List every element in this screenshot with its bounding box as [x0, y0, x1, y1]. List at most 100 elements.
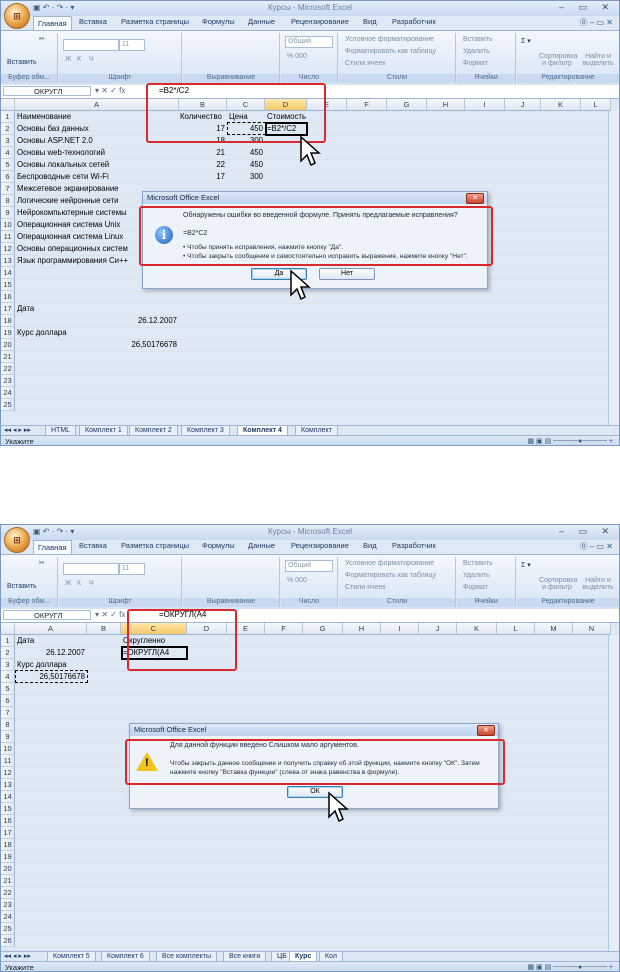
cell-styles-button[interactable]: Стили ячеек [345, 60, 385, 67]
row-header[interactable]: 14 [1, 791, 15, 803]
row-header[interactable]: 1 [1, 635, 15, 647]
row-header[interactable]: 14 [1, 267, 15, 279]
cell-a3[interactable]: Основы ASP.NET 2.0 [17, 135, 93, 147]
column-header-g[interactable]: G [387, 99, 427, 111]
zoom-slider[interactable]: ▦ ▣ ▤ ─────●───── + [527, 962, 613, 971]
cell-a13[interactable]: Язык программирования Си++ [17, 255, 128, 267]
column-header-h[interactable]: H [427, 99, 465, 111]
cell-a1[interactable]: Наименование [17, 111, 71, 123]
cell-c6[interactable]: 300 [227, 171, 263, 183]
tab-data[interactable]: Данные [248, 541, 275, 550]
row-header[interactable]: 2 [1, 647, 15, 659]
row-header[interactable]: 23 [1, 899, 15, 911]
italic-button[interactable]: К [77, 56, 81, 63]
window-controls[interactable]: – ▭ ✕ [559, 2, 615, 13]
row-header[interactable]: 5 [1, 159, 15, 171]
column-header-b[interactable]: B [87, 623, 121, 635]
sum-icon[interactable]: Σ ▾ [521, 37, 531, 45]
cell-a4[interactable]: Основы web-технологий [17, 147, 105, 159]
row-header[interactable]: 16 [1, 815, 15, 827]
column-header-d[interactable]: D [265, 99, 307, 111]
number-format-box[interactable]: Общий [285, 560, 333, 572]
column-header-c[interactable]: C [227, 99, 265, 111]
sheet-nav-arrows[interactable]: ◂◂ ◂ ▸ ▸▸ [4, 952, 31, 960]
cell-a19[interactable]: Курс доллара [17, 327, 67, 339]
cell-b5[interactable]: 22 [179, 159, 225, 171]
cell-c5[interactable]: 450 [227, 159, 263, 171]
row-header[interactable]: 4 [1, 147, 15, 159]
column-header-k[interactable]: K [457, 623, 497, 635]
row-header[interactable]: 25 [1, 399, 15, 411]
column-header-h[interactable]: H [343, 623, 381, 635]
italic-button[interactable]: К [77, 580, 81, 587]
cell-b4[interactable]: 21 [179, 147, 225, 159]
row-header[interactable]: 7 [1, 183, 15, 195]
row-header[interactable]: 5 [1, 683, 15, 695]
tab-view[interactable]: Вид [363, 541, 377, 550]
row-header[interactable]: 16 [1, 291, 15, 303]
row-header[interactable]: 18 [1, 839, 15, 851]
row-header[interactable]: 23 [1, 375, 15, 387]
cell-a7[interactable]: Межсетевое экранирование [17, 183, 119, 195]
percent-button[interactable]: % 000 [287, 577, 307, 584]
tab-insert[interactable]: Вставка [79, 541, 107, 550]
column-header-c[interactable]: C [121, 623, 187, 635]
column-header-d[interactable]: D [187, 623, 227, 635]
formula-input[interactable]: =B2*/C2 [159, 86, 189, 95]
row-header[interactable]: 17 [1, 303, 15, 315]
tab-home[interactable]: Главная [33, 540, 72, 554]
row-header[interactable]: 20 [1, 339, 15, 351]
row-header[interactable]: 11 [1, 755, 15, 767]
conditional-format-button[interactable]: Условное форматирование [345, 36, 434, 43]
tab-formulas[interactable]: Формулы [202, 17, 235, 26]
column-header-i[interactable]: I [465, 99, 505, 111]
column-header-a[interactable]: A [15, 623, 87, 635]
office-button[interactable]: ⊞ [4, 527, 30, 553]
row-header[interactable]: 10 [1, 219, 15, 231]
row-header[interactable]: 6 [1, 171, 15, 183]
row-header[interactable]: 15 [1, 279, 15, 291]
dialog-close-button[interactable]: ✕ [466, 193, 484, 204]
column-header-l[interactable]: L [497, 623, 535, 635]
cell-a1[interactable]: Дата [17, 635, 34, 647]
row-header[interactable]: 12 [1, 243, 15, 255]
row-header[interactable]: 22 [1, 363, 15, 375]
row-header[interactable]: 21 [1, 351, 15, 363]
row-header[interactable]: 19 [1, 327, 15, 339]
row-header[interactable]: 9 [1, 207, 15, 219]
row-header[interactable]: 3 [1, 659, 15, 671]
row-header[interactable]: 24 [1, 911, 15, 923]
cell-styles-button[interactable]: Стили ячеек [345, 584, 385, 591]
formula-bar-buttons[interactable]: ▾ ✕ ✓ fx [95, 610, 125, 619]
vertical-scrollbar[interactable] [608, 635, 619, 953]
bold-button[interactable]: Ж [65, 56, 71, 63]
quick-access-toolbar[interactable]: ▣ ↶ · ↷ · ▾ [33, 3, 74, 12]
row-header[interactable]: 18 [1, 315, 15, 327]
name-box[interactable]: ОКРУГЛ [3, 610, 91, 620]
row-header[interactable]: 2 [1, 123, 15, 135]
tab-view[interactable]: Вид [363, 17, 377, 26]
no-button[interactable]: Нет [319, 268, 375, 280]
formula-bar-buttons[interactable]: ▾ ✕ ✓ fx [95, 86, 125, 95]
paste-button[interactable]: Вставить [7, 583, 37, 590]
row-header[interactable]: 22 [1, 887, 15, 899]
column-header-f[interactable]: F [265, 623, 303, 635]
tab-review[interactable]: Рецензирование [291, 17, 349, 26]
column-header-g[interactable]: G [303, 623, 343, 635]
percent-button[interactable]: % 000 [287, 53, 307, 60]
row-header[interactable]: 19 [1, 851, 15, 863]
tab-review[interactable]: Рецензирование [291, 541, 349, 550]
select-all-corner[interactable] [1, 99, 15, 111]
underline-button[interactable]: Ч [89, 56, 94, 63]
row-header[interactable]: 6 [1, 695, 15, 707]
column-header-l[interactable]: L [581, 99, 611, 111]
cell-a9[interactable]: Нейрокомпьютерные системы [17, 207, 127, 219]
office-button[interactable]: ⊞ [4, 3, 30, 29]
formula-input[interactable]: =ОКРУГЛ(A4 [159, 610, 206, 619]
cell-a17[interactable]: Дата [17, 303, 34, 315]
cell-c3[interactable]: 300 [227, 135, 263, 147]
row-header[interactable]: 9 [1, 731, 15, 743]
paste-button[interactable]: Вставить [7, 59, 37, 66]
row-header[interactable]: 10 [1, 743, 15, 755]
row-header[interactable]: 8 [1, 195, 15, 207]
